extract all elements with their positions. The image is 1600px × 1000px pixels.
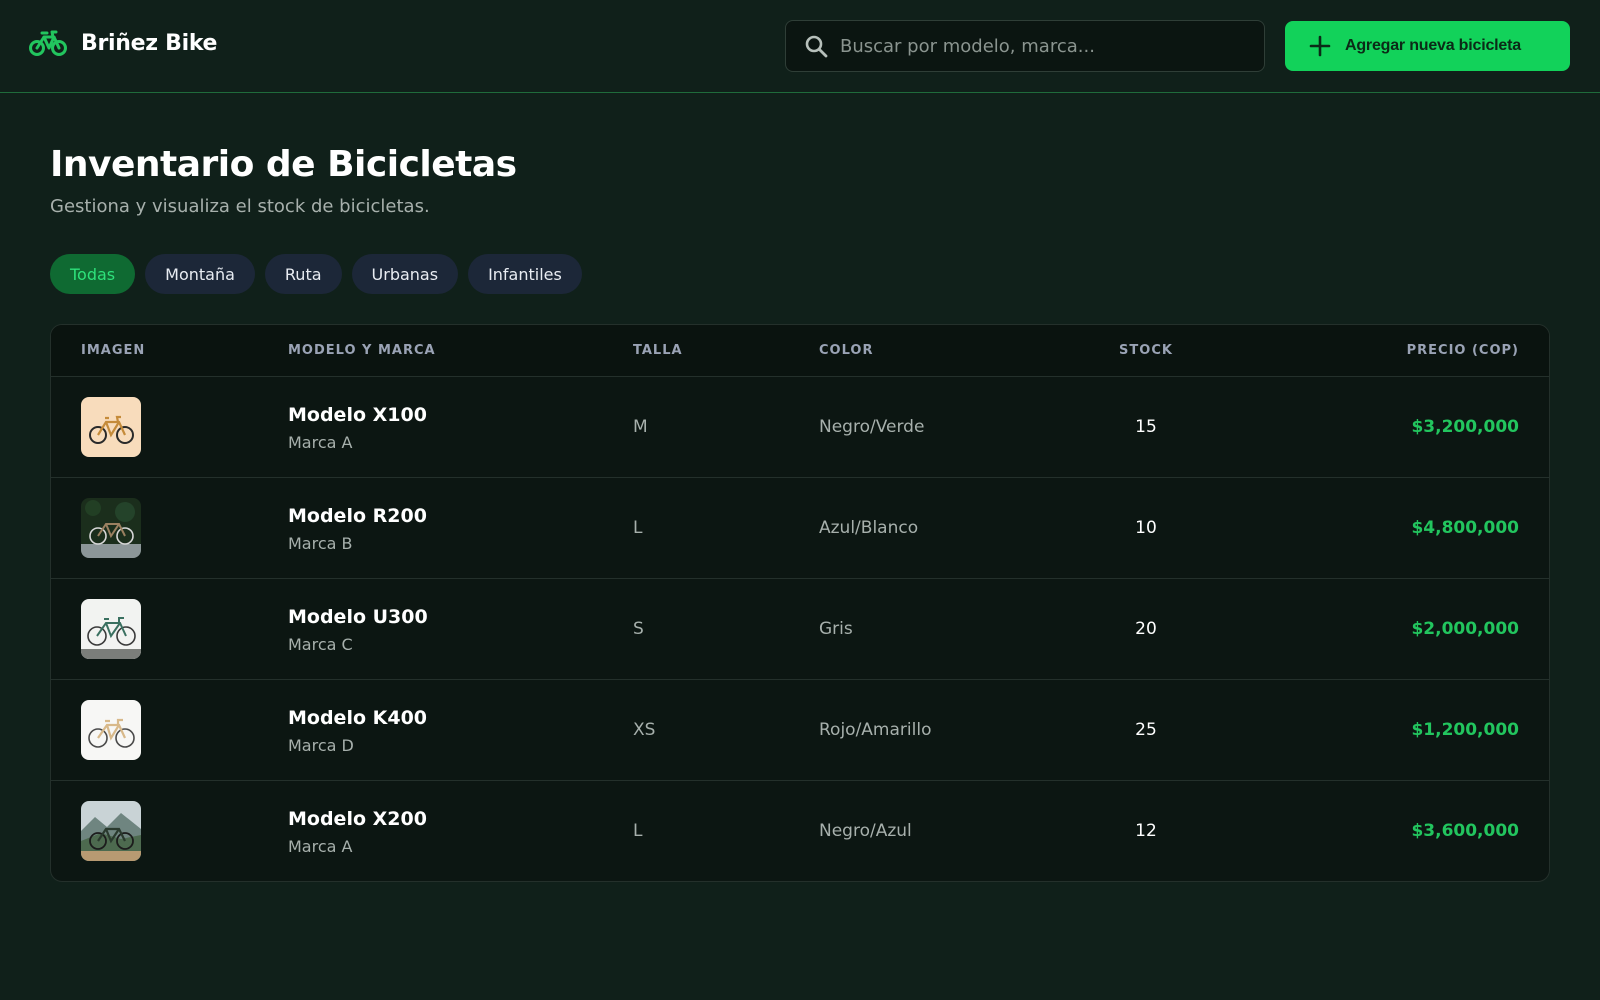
search-box[interactable] xyxy=(785,20,1265,72)
bike-thumbnail xyxy=(81,498,141,558)
column-header-precio[interactable]: PRECIO (COP) xyxy=(1407,343,1519,358)
stock-cell: 12 xyxy=(1135,821,1157,841)
color-cell: Negro/Azul xyxy=(819,821,912,841)
brand-name-cell: Marca D xyxy=(288,736,354,755)
page-title: Inventario de Bicicletas xyxy=(50,144,517,185)
category-filters: Todas Montaña Ruta Urbanas Infantiles xyxy=(50,254,592,294)
price-cell: $1,200,000 xyxy=(1411,720,1519,740)
price-cell: $4,800,000 xyxy=(1411,518,1519,538)
bike-thumbnail xyxy=(81,599,141,659)
bicycle-image-icon xyxy=(81,700,141,760)
filter-infantiles[interactable]: Infantiles xyxy=(468,254,582,294)
brand-name: Briñez Bike xyxy=(81,30,218,56)
model-name: Modelo K400 xyxy=(288,707,428,729)
price-cell: $3,600,000 xyxy=(1411,821,1519,841)
search-input[interactable] xyxy=(840,35,1240,57)
filter-urbanas[interactable]: Urbanas xyxy=(351,254,459,294)
bike-thumbnail xyxy=(81,700,141,760)
filter-ruta[interactable]: Ruta xyxy=(264,254,342,294)
size-cell: XS xyxy=(633,720,656,740)
column-header-color[interactable]: COLOR xyxy=(819,343,873,358)
size-cell: L xyxy=(633,518,643,538)
model-name: Modelo X200 xyxy=(288,808,427,830)
bicycle-icon xyxy=(29,30,67,56)
filter-montana[interactable]: Montaña xyxy=(145,254,255,294)
model-name: Modelo U300 xyxy=(288,606,428,628)
plus-icon xyxy=(1309,35,1331,57)
bike-thumbnail xyxy=(81,801,141,861)
model-name: Modelo R200 xyxy=(288,505,427,527)
search-icon xyxy=(805,35,828,58)
brand-name-cell: Marca C xyxy=(288,635,353,654)
column-header-modelo[interactable]: MODELO Y MARCA xyxy=(288,343,436,358)
brand-name-cell: Marca B xyxy=(288,534,353,553)
brand-name-cell: Marca A xyxy=(288,837,353,856)
column-header-imagen[interactable]: IMAGEN xyxy=(81,343,145,358)
add-bicycle-button[interactable]: Agregar nueva bicicleta xyxy=(1285,21,1570,71)
color-cell: Azul/Blanco xyxy=(819,518,919,538)
stock-cell: 10 xyxy=(1135,518,1157,538)
add-bicycle-label: Agregar nueva bicicleta xyxy=(1345,37,1521,54)
size-cell: M xyxy=(633,417,648,437)
price-cell: $2,000,000 xyxy=(1411,619,1519,639)
brand-name-cell: Marca A xyxy=(288,433,353,452)
price-cell: $3,200,000 xyxy=(1411,417,1519,437)
size-cell: S xyxy=(633,619,644,639)
table-row[interactable]: Modelo R200 Marca B L Azul/Blanco 10 $4,… xyxy=(51,478,1549,579)
color-cell: Negro/Verde xyxy=(819,417,925,437)
bicycle-image-icon xyxy=(81,498,141,558)
bicycle-image-icon xyxy=(81,397,141,457)
bicycle-image-icon xyxy=(81,801,141,861)
stock-cell: 15 xyxy=(1135,417,1157,437)
table-row[interactable]: Modelo X200 Marca A L Negro/Azul 12 $3,6… xyxy=(51,781,1549,881)
table-row[interactable]: Modelo K400 Marca D XS Rojo/Amarillo 25 … xyxy=(51,680,1549,781)
stock-cell: 25 xyxy=(1135,720,1157,740)
filter-todas[interactable]: Todas xyxy=(50,254,136,294)
model-name: Modelo X100 xyxy=(288,404,427,426)
color-cell: Rojo/Amarillo xyxy=(819,720,932,740)
page-subtitle: Gestiona y visualiza el stock de bicicle… xyxy=(50,196,430,217)
bike-thumbnail xyxy=(81,397,141,457)
size-cell: L xyxy=(633,821,643,841)
stock-cell: 20 xyxy=(1135,619,1157,639)
top-header: Briñez Bike Agregar nueva bicicleta xyxy=(0,0,1600,93)
column-header-stock[interactable]: STOCK xyxy=(1119,343,1173,358)
color-cell: Gris xyxy=(819,619,853,639)
table-header: IMAGEN MODELO Y MARCA TALLA COLOR STOCK … xyxy=(51,325,1549,377)
brand[interactable]: Briñez Bike xyxy=(29,29,217,57)
table-row[interactable]: Modelo X100 Marca A M Negro/Verde 15 $3,… xyxy=(51,377,1549,478)
inventory-table: IMAGEN MODELO Y MARCA TALLA COLOR STOCK … xyxy=(50,324,1550,882)
bicycle-image-icon xyxy=(81,599,141,659)
column-header-talla[interactable]: TALLA xyxy=(633,343,683,358)
table-row[interactable]: Modelo U300 Marca C S Gris 20 $2,000,000 xyxy=(51,579,1549,680)
